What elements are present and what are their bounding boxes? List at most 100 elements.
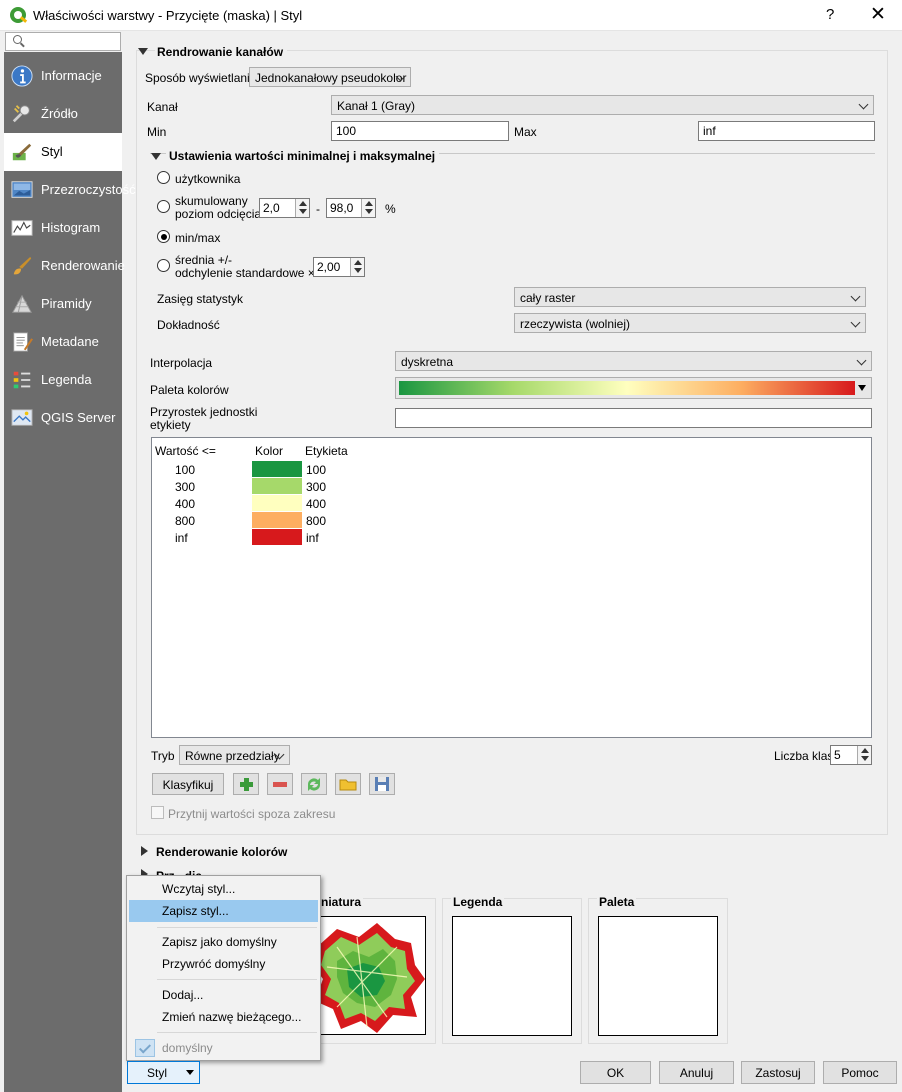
- dropdown-arrow-icon: [186, 1070, 194, 1075]
- palette-group: Paleta: [588, 895, 728, 1044]
- cumulative-high-spinbox[interactable]: 98,0: [326, 198, 376, 218]
- section-header-color-rendering[interactable]: Renderowanie kolorów: [156, 845, 287, 859]
- row-color-swatch[interactable]: [252, 461, 302, 477]
- collapse-arrow-icon[interactable]: [138, 48, 148, 55]
- style-menu-button[interactable]: Styl: [127, 1061, 200, 1084]
- sidebar-item-renderowanie[interactable]: Renderowanie: [4, 247, 125, 285]
- radio-stddev-label: średnia +/- odchylenie standardowe ×: [175, 254, 315, 280]
- menu-item-save-style[interactable]: Zapisz styl...: [129, 900, 318, 922]
- table-row[interactable]: 300 300: [152, 478, 871, 495]
- row-value: inf: [175, 531, 188, 545]
- sidebar-item-przezroczystosc[interactable]: Przezroczystość: [4, 171, 136, 209]
- spin-up-icon: [354, 260, 362, 265]
- export-colormap-button[interactable]: [369, 773, 395, 795]
- table-row[interactable]: 100 100: [152, 461, 871, 478]
- default-style-label: domyślny: [162, 1041, 213, 1055]
- label-unit-input[interactable]: [395, 408, 872, 428]
- mode-select[interactable]: Równe przedziały: [179, 745, 290, 765]
- chevron-down-icon: [850, 317, 861, 328]
- interpolation-select[interactable]: dyskretna: [395, 351, 872, 371]
- menu-item-load-style[interactable]: Wczytaj styl...: [129, 878, 318, 900]
- sidebar-item-metadane[interactable]: Metadane: [4, 323, 122, 361]
- apply-button[interactable]: Zastosuj: [741, 1061, 815, 1084]
- radio-minmax[interactable]: [157, 230, 170, 243]
- table-row[interactable]: 800 800: [152, 512, 871, 529]
- sidebar-item-piramidy[interactable]: Piramidy: [4, 285, 122, 323]
- dropdown-arrow-icon[interactable]: [858, 385, 866, 391]
- cancel-button[interactable]: Anuluj: [659, 1061, 734, 1084]
- radio-user-defined[interactable]: [157, 171, 170, 184]
- max-label: Max: [514, 125, 537, 139]
- table-row[interactable]: inf inf: [152, 529, 871, 546]
- expand-arrow-icon[interactable]: [141, 846, 148, 856]
- help-icon[interactable]: ?: [826, 6, 840, 23]
- menu-item-default-style[interactable]: domyślny: [129, 1037, 318, 1059]
- style-button-label: Styl: [147, 1066, 168, 1080]
- menu-item-add[interactable]: Dodaj...: [129, 984, 318, 1006]
- radio-cumulative[interactable]: [157, 200, 170, 213]
- spin-down-icon: [299, 209, 307, 214]
- spin-buttons[interactable]: [857, 746, 871, 764]
- row-color-swatch[interactable]: [252, 478, 302, 494]
- column-header-color[interactable]: Kolor: [255, 444, 283, 458]
- spin-buttons[interactable]: [295, 199, 309, 217]
- section-header-minmax[interactable]: Ustawienia wartości minimalnej i maksyma…: [166, 149, 440, 163]
- row-color-swatch[interactable]: [252, 495, 302, 511]
- menu-item-save-as-default[interactable]: Zapisz jako domyślny: [129, 931, 318, 953]
- spin-down-icon: [861, 756, 869, 761]
- sidebar-item-label: Informacje: [41, 68, 102, 83]
- sidebar-item-histogram[interactable]: Histogram: [4, 209, 122, 247]
- extent-select[interactable]: cały raster: [514, 287, 866, 307]
- section-header-band-rendering[interactable]: Rendrowanie kanałów: [155, 45, 288, 59]
- sidebar-item-qgis-server[interactable]: QGIS Server: [4, 399, 122, 437]
- add-class-button[interactable]: [233, 773, 259, 795]
- column-header-label[interactable]: Etykieta: [305, 444, 348, 458]
- load-colormap-button[interactable]: [335, 773, 361, 795]
- sidebar-item-informacje[interactable]: Informacje: [4, 57, 122, 95]
- max-input[interactable]: inf: [698, 121, 875, 141]
- mode-value: Równe przedziały: [185, 749, 280, 763]
- row-color-swatch[interactable]: [252, 529, 302, 545]
- menu-item-rename-current[interactable]: Zmień nazwę bieżącego...: [129, 1006, 318, 1028]
- row-color-swatch[interactable]: [252, 512, 302, 528]
- spin-buttons[interactable]: [350, 258, 364, 276]
- classes-spinbox[interactable]: 5: [830, 745, 872, 765]
- cumulative-low-spinbox[interactable]: 2,0: [259, 198, 310, 218]
- min-input[interactable]: 100: [331, 121, 509, 141]
- sidebar-item-label: Styl: [41, 144, 63, 159]
- color-ramp-select[interactable]: [395, 377, 872, 399]
- sidebar-item-styl[interactable]: Styl: [4, 133, 122, 171]
- search-input[interactable]: [5, 32, 121, 51]
- row-value: 100: [175, 463, 196, 477]
- cumulative-dash: -: [316, 202, 320, 216]
- collapse-arrow-icon[interactable]: [151, 153, 161, 160]
- table-row[interactable]: 400 400: [152, 495, 871, 512]
- column-header-value[interactable]: Wartość <=: [155, 444, 216, 458]
- render-type-select[interactable]: Jednokanałowy pseudokolor: [249, 67, 411, 87]
- extent-label: Zasięg statystyk: [157, 292, 244, 306]
- stddev-line2: odchylenie standardowe ×: [175, 266, 315, 280]
- extent-value: cały raster: [520, 291, 576, 305]
- sidebar-item-label: Renderowanie: [41, 258, 125, 273]
- band-select[interactable]: Kanał 1 (Gray): [331, 95, 874, 115]
- help-button[interactable]: Pomoc: [823, 1061, 897, 1084]
- radio-stddev[interactable]: [157, 259, 170, 272]
- ok-button[interactable]: OK: [580, 1061, 651, 1084]
- radio-cumulative-label: skumulowany poziom odcięcia: [175, 195, 261, 221]
- classify-button[interactable]: Klasyfikuj: [152, 773, 224, 795]
- close-icon[interactable]: ✕: [870, 3, 886, 26]
- clip-checkbox[interactable]: [151, 806, 164, 819]
- stddev-spinbox[interactable]: 2,00: [313, 257, 365, 277]
- class-table[interactable]: Wartość <= Kolor Etykieta 100 100 300 30…: [151, 437, 872, 738]
- stddev-value: 2,00: [317, 260, 341, 274]
- accuracy-select[interactable]: rzeczywista (wolniej): [514, 313, 866, 333]
- reverse-button[interactable]: [301, 773, 327, 795]
- sidebar-item-zrodlo[interactable]: Źródło: [4, 95, 122, 133]
- sidebar-item-label: Legenda: [41, 372, 92, 387]
- row-label: 100: [306, 463, 327, 477]
- remove-class-button[interactable]: [267, 773, 293, 795]
- menu-item-restore-default[interactable]: Przywróć domyślny: [129, 953, 318, 975]
- sidebar-item-legenda[interactable]: Legenda: [4, 361, 122, 399]
- radio-minmax-label: min/max: [175, 231, 221, 245]
- spin-buttons[interactable]: [361, 199, 375, 217]
